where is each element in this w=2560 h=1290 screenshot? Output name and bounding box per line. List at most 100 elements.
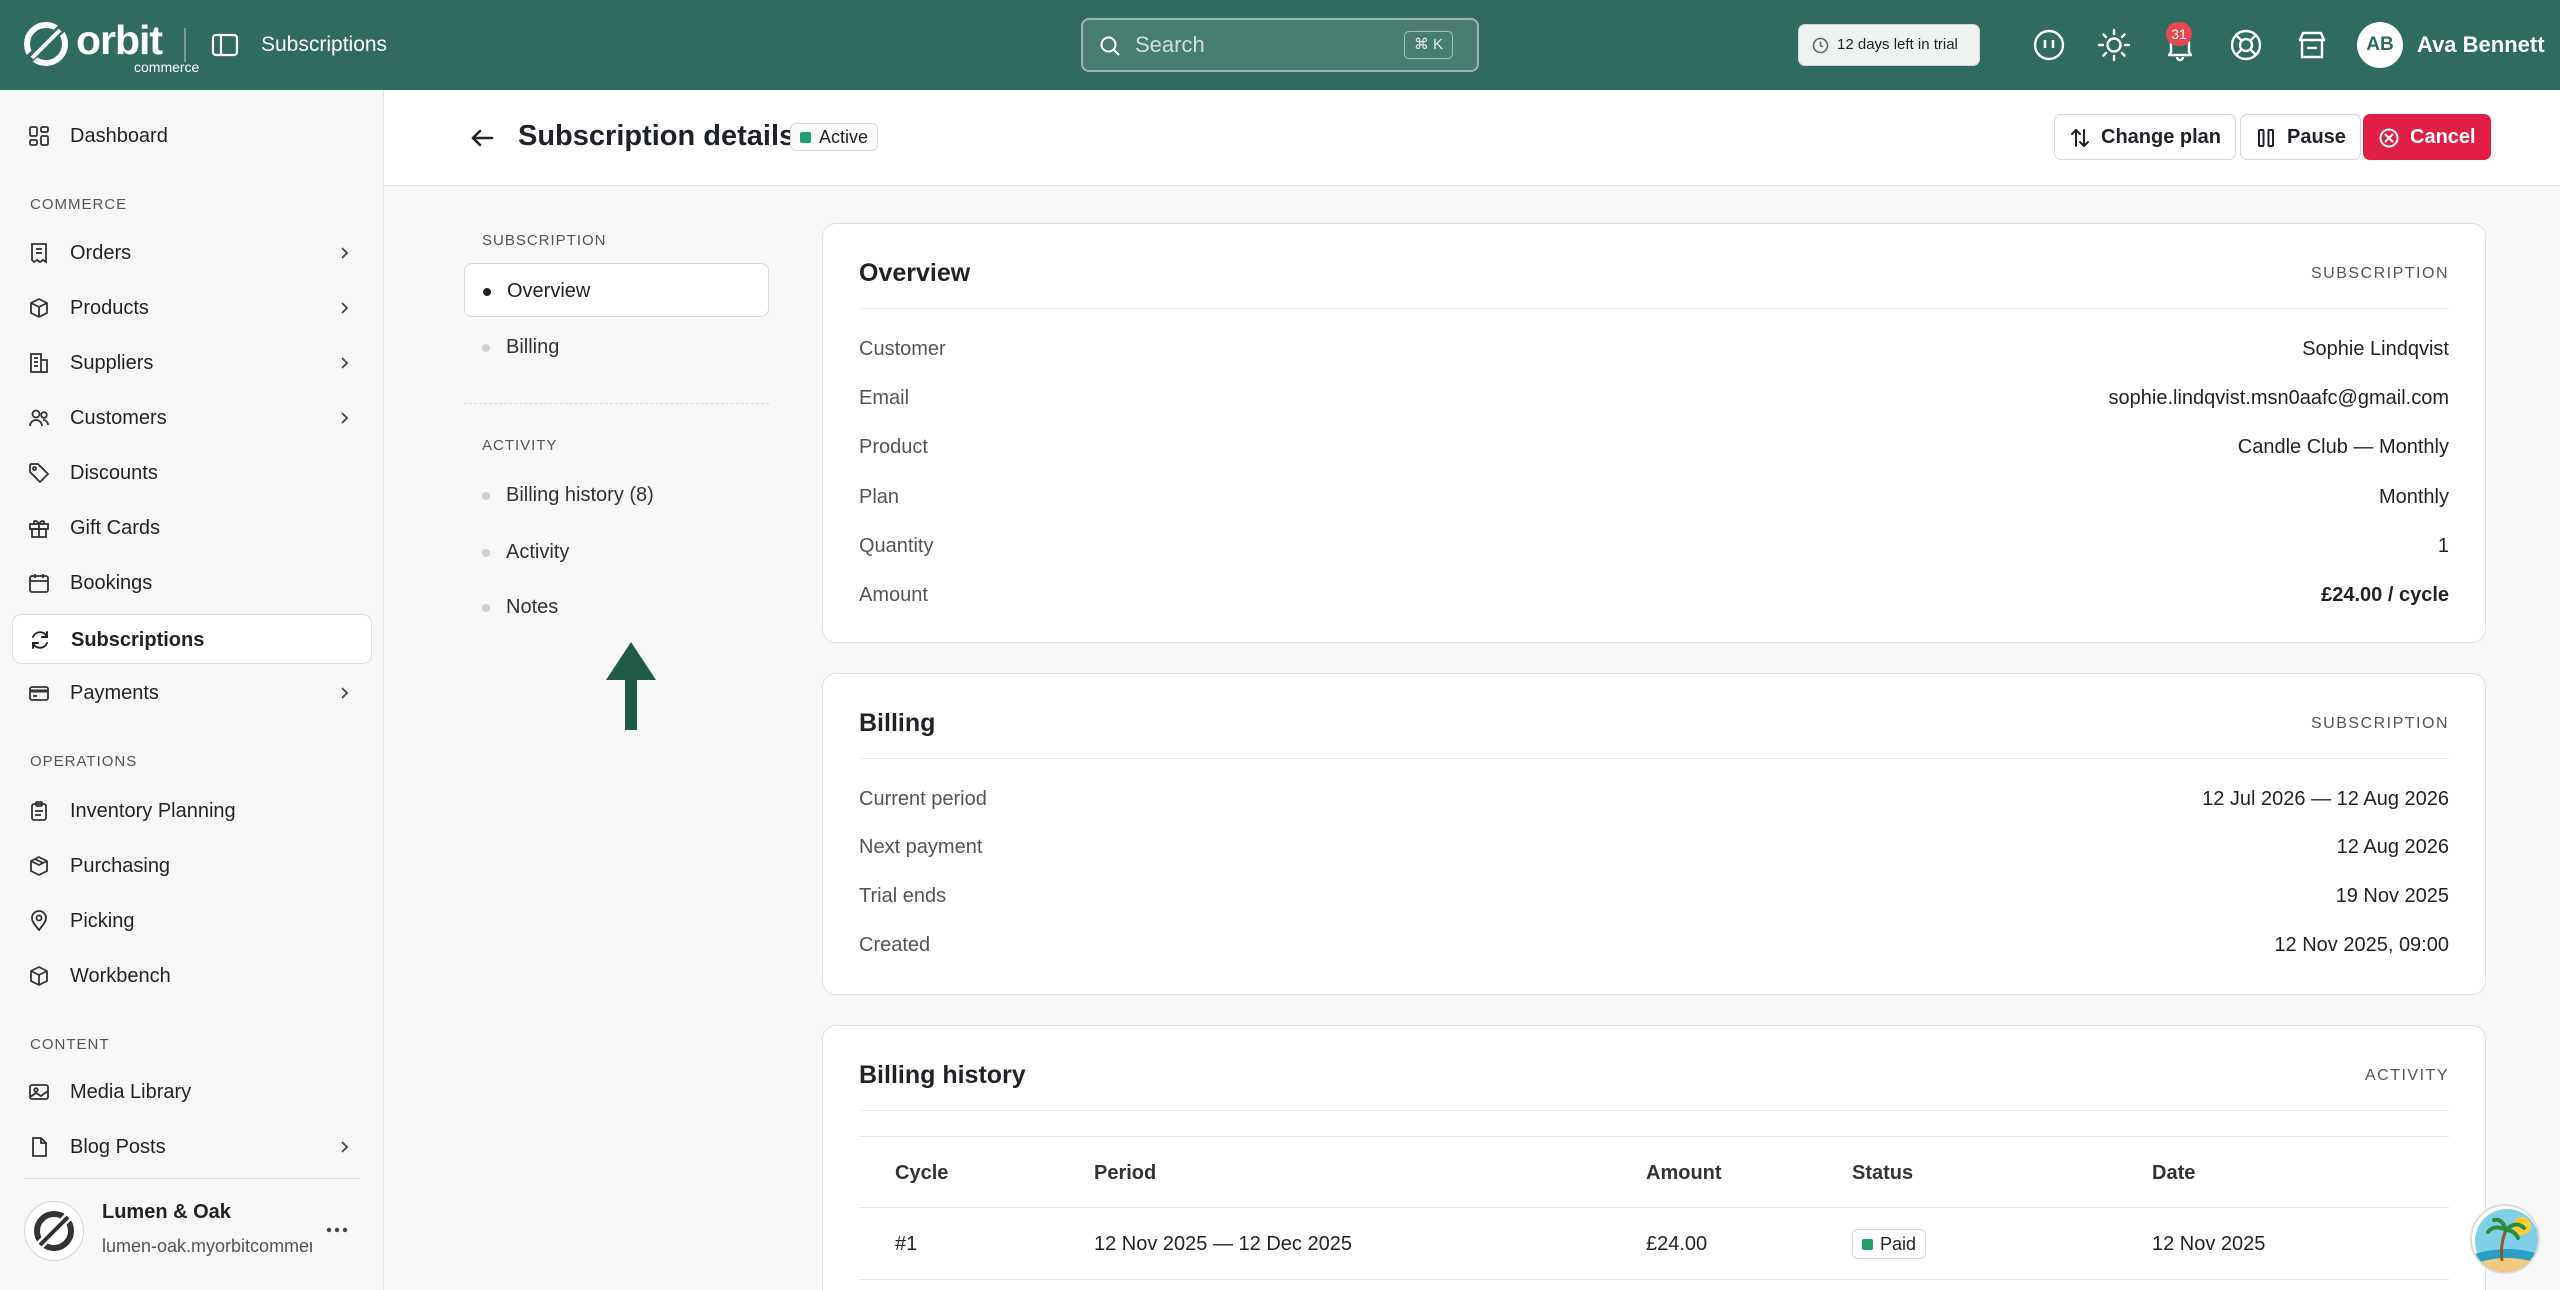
card-title: Billing — [859, 709, 936, 737]
top-bar: orbit commerce Subscriptions ⌘ K 12 days… — [0, 0, 2560, 90]
sidebar-item-label: Picking — [70, 910, 135, 932]
box-icon — [30, 298, 48, 318]
pause-button[interactable]: Pause — [2240, 114, 2361, 160]
billing-history-card: Billing history ACTIVITY Cycle Period Am… — [822, 1025, 2486, 1290]
status-dot — [1862, 1239, 1873, 1250]
section-nav-billing[interactable]: Billing — [464, 320, 769, 374]
page-title: Subscription details — [518, 120, 796, 152]
card-tag: SUBSCRIPTION — [2310, 265, 2449, 282]
bullet-dot — [482, 604, 490, 612]
status-text: Active — [819, 127, 869, 147]
column-header-amount[interactable]: Amount — [1646, 1159, 1722, 1187]
sidebar-item-purchasing[interactable]: Purchasing — [12, 841, 372, 891]
clock-icon — [1812, 37, 1829, 54]
search-input[interactable] — [1135, 20, 1375, 70]
sidebar-item-label: Media Library — [70, 1081, 192, 1103]
user-name[interactable]: Ava Bennett — [2417, 30, 2545, 60]
sidebar-item-discounts[interactable]: Discounts — [12, 448, 372, 498]
card-title: Overview — [859, 259, 971, 287]
section-nav-notes[interactable]: Notes — [464, 580, 769, 634]
user-avatar[interactable]: AB — [2357, 22, 2403, 68]
brand-logo[interactable]: orbit commerce — [22, 18, 199, 74]
sidebar-item-label: Suppliers — [70, 352, 154, 374]
detail-row: Product Candle Club — Monthly — [859, 432, 2449, 462]
sidebar-item-blog-posts[interactable]: Blog Posts — [12, 1122, 372, 1172]
sidebar-item-dashboard[interactable]: Dashboard — [12, 111, 372, 161]
sidebar-item-label: Subscriptions — [71, 629, 205, 651]
back-arrow-icon[interactable] — [466, 122, 498, 154]
sidebar-item-subscriptions[interactable]: Subscriptions — [12, 614, 372, 664]
store-avatar — [24, 1201, 84, 1261]
table-row[interactable]: #1 12 Nov 2025 — 12 Dec 2025 £24.00 Paid… — [859, 1208, 2449, 1280]
sidebar-item-payments[interactable]: Payments — [12, 668, 372, 718]
detail-row: Customer Sophie Lindqvist — [859, 334, 2449, 364]
section-nav-billing-history[interactable]: Billing history (8) — [464, 468, 769, 522]
trial-badge[interactable]: 12 days left in trial — [1798, 24, 1980, 66]
sidebar-item-label: Purchasing — [70, 855, 171, 877]
sidebar-item-bookings[interactable]: Bookings — [12, 558, 372, 608]
card-tag: SUBSCRIPTION — [2310, 715, 2449, 732]
detail-value: 1 — [2437, 535, 2449, 557]
billing-card: Billing SUBSCRIPTION Current period 12 J… — [822, 673, 2486, 995]
sidebar: Dashboard COMMERCE Orders Products Suppl… — [0, 90, 384, 1290]
sidebar-item-label: Gift Cards — [70, 517, 161, 539]
storefront-icon[interactable] — [2295, 28, 2329, 62]
up-arrow-icon — [606, 642, 656, 730]
assistant-icon[interactable] — [2032, 28, 2066, 62]
building-icon — [30, 353, 48, 373]
sidebar-item-picking[interactable]: Picking — [12, 896, 372, 946]
chevron-right-icon — [341, 1141, 349, 1153]
sidebar-item-orders[interactable]: Orders — [12, 228, 372, 278]
detail-key: Plan — [859, 486, 900, 508]
cancel-subscription-button[interactable]: Cancel — [2363, 114, 2491, 160]
column-header-period[interactable]: Period — [1094, 1159, 1156, 1187]
card-tag: ACTIVITY — [2364, 1067, 2449, 1084]
theme-sun-icon[interactable] — [2097, 28, 2131, 62]
column-header-status[interactable]: Status — [1852, 1159, 1913, 1187]
detail-key: Current period — [859, 788, 987, 810]
sidebar-item-suppliers[interactable]: Suppliers — [12, 338, 372, 388]
section-nav-label: Overview — [507, 280, 591, 302]
overview-card: Overview SUBSCRIPTION Customer Sophie Li… — [822, 223, 2486, 643]
global-search[interactable]: ⌘ K — [1081, 18, 1479, 72]
sidebar-item-workbench[interactable]: Workbench — [12, 951, 372, 1001]
sidebar-divider — [24, 1178, 360, 1179]
card-title: Billing history — [859, 1061, 1026, 1089]
store-switcher[interactable]: Lumen & Oak lumen-oak.myorbitcommerce.co… — [24, 1195, 364, 1275]
sidebar-item-products[interactable]: Products — [12, 283, 372, 333]
section-nav-label: Billing history (8) — [506, 484, 654, 506]
beach-illustration-icon — [2475, 1209, 2538, 1272]
trial-text: 12 days left in trial — [1837, 36, 1958, 53]
sidebar-item-gift-cards[interactable]: Gift Cards — [12, 503, 372, 553]
sidebar-toggle-icon[interactable] — [210, 30, 240, 60]
floating-assistant-button[interactable] — [2470, 1204, 2540, 1274]
section-nav-overview[interactable]: Overview — [464, 263, 769, 317]
sidebar-item-label: Bookings — [70, 572, 153, 594]
image-icon — [29, 1084, 49, 1100]
receipt-icon — [31, 243, 47, 264]
detail-row: Next payment 12 Aug 2026 — [859, 832, 2449, 862]
detail-key: Next payment — [859, 836, 983, 858]
more-horizontal-icon[interactable] — [324, 1217, 350, 1243]
sidebar-section-operations: OPERATIONS — [30, 753, 138, 770]
detail-key: Amount — [859, 584, 928, 606]
section-nav-divider — [464, 403, 769, 404]
section-nav-label: Billing — [506, 336, 560, 358]
change-plan-button[interactable]: Change plan — [2054, 114, 2237, 160]
cancel-label: Cancel — [2410, 126, 2476, 148]
sidebar-item-label: Dashboard — [70, 125, 168, 147]
sidebar-item-media-library[interactable]: Media Library — [12, 1067, 372, 1117]
sidebar-item-inventory-planning[interactable]: Inventory Planning — [12, 786, 372, 836]
help-lifebuoy-icon[interactable] — [2229, 28, 2263, 62]
chevron-right-icon — [341, 357, 349, 369]
section-nav-activity[interactable]: Activity — [464, 525, 769, 579]
column-header-date[interactable]: Date — [2152, 1159, 2195, 1187]
column-header-cycle[interactable]: Cycle — [895, 1159, 948, 1187]
chevron-right-icon — [341, 412, 349, 424]
sidebar-item-label: Products — [70, 297, 149, 319]
card-divider — [859, 1110, 2449, 1111]
detail-value: sophie.lindqvist.msn0aafc@gmail.com — [2108, 387, 2449, 409]
section-nav-subscription-label: SUBSCRIPTION — [482, 232, 607, 249]
sidebar-item-customers[interactable]: Customers — [12, 393, 372, 443]
tag-icon — [29, 463, 49, 483]
